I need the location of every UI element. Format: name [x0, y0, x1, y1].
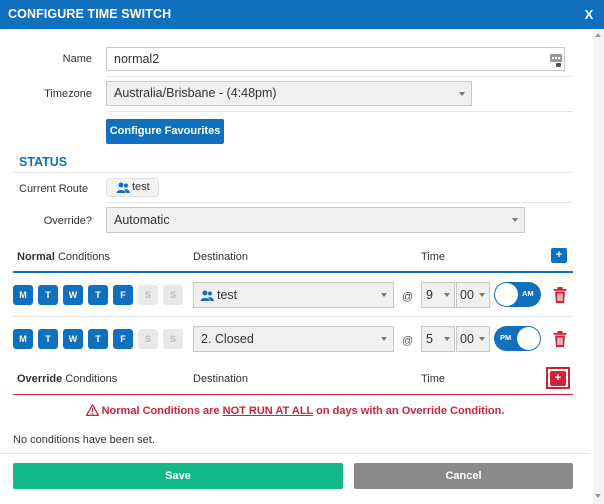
at-symbol: @ [402, 335, 414, 347]
scrollbar[interactable] [593, 29, 604, 504]
minute-value: 00 [460, 332, 474, 346]
day-toggle-mon[interactable]: M [13, 329, 33, 349]
divider [106, 76, 573, 77]
am-pm-label: PM [500, 333, 512, 342]
chevron-down-icon [512, 218, 518, 222]
override-warning: Normal Conditions are NOT RUN AT ALL on … [0, 404, 590, 417]
day-toggle-fri[interactable]: F [113, 329, 133, 349]
day-toggle-tue[interactable]: T [38, 285, 58, 305]
toggle-knob [517, 327, 540, 350]
override-header-underline [13, 394, 573, 395]
destination-value: 2. Closed [201, 332, 254, 346]
day-toggle-wed[interactable]: W [63, 329, 83, 349]
chevron-down-icon [381, 337, 387, 341]
scroll-down-icon[interactable] [595, 494, 601, 498]
trash-icon[interactable] [553, 287, 567, 303]
configure-favourites-button[interactable]: Configure Favourites [106, 119, 224, 144]
divider [13, 172, 573, 173]
normal-conditions-heading: Normal Conditions [17, 251, 110, 263]
timezone-value: Australia/Brisbane - (4:48pm) [114, 86, 277, 100]
normal-destination-header: Destination [193, 251, 249, 263]
override-value: Automatic [114, 213, 170, 227]
override-label: Override? [43, 215, 92, 227]
toggle-knob [495, 283, 518, 306]
chevron-down-icon [459, 91, 465, 96]
hour-select[interactable]: 5 [421, 326, 455, 352]
day-toggle-mon[interactable]: M [13, 285, 33, 305]
add-normal-condition-button[interactable]: + [551, 248, 567, 263]
normal-time-header: Time [421, 251, 446, 263]
current-route-label: Current Route [19, 183, 89, 195]
override-time-header: Time [421, 373, 446, 385]
dialog-title-bar: CONFIGURE TIME SWITCH X [0, 0, 604, 29]
day-toggle-sun[interactable]: S [163, 285, 183, 305]
day-toggle-thu[interactable]: T [88, 285, 108, 305]
day-toggle-sat[interactable]: S [138, 285, 158, 305]
hour-value: 9 [426, 288, 433, 302]
close-button[interactable]: X [574, 0, 604, 29]
chevron-down-icon [444, 337, 450, 341]
override-select[interactable]: Automatic [106, 207, 525, 233]
warning-icon [85, 404, 99, 416]
hour-value: 5 [426, 332, 433, 346]
name-input-value: normal2 [114, 52, 160, 66]
timezone-label: Timezone [44, 88, 92, 100]
day-toggle-thu[interactable]: T [88, 329, 108, 349]
save-button[interactable]: Save [13, 463, 343, 489]
add-override-condition-button[interactable]: + [550, 371, 566, 386]
day-toggle-wed[interactable]: W [63, 285, 83, 305]
destination-value: test [217, 288, 238, 302]
override-destination-header: Destination [193, 373, 249, 385]
divider [106, 202, 573, 203]
day-toggle-fri[interactable]: F [113, 285, 133, 305]
day-toggle-sun[interactable]: S [163, 329, 183, 349]
cancel-button[interactable]: Cancel [354, 463, 573, 489]
chevron-down-icon [479, 293, 485, 297]
dialog-title: CONFIGURE TIME SWITCH [8, 7, 172, 21]
divider [13, 316, 573, 317]
current-route-value: test [132, 181, 150, 193]
day-toggle-tue[interactable]: T [38, 329, 58, 349]
chevron-down-icon [444, 293, 450, 297]
minute-select[interactable]: 00 [456, 282, 490, 308]
override-conditions-heading: Override Conditions [17, 373, 118, 385]
current-route-chip: test [106, 178, 159, 197]
users-icon [200, 290, 214, 301]
divider [106, 111, 573, 112]
destination-select[interactable]: test [193, 282, 394, 308]
scroll-up-icon[interactable] [595, 33, 601, 37]
at-symbol: @ [402, 291, 414, 303]
destination-select[interactable]: 2. Closed [193, 326, 394, 352]
minute-value: 00 [460, 288, 474, 302]
chevron-down-icon [479, 337, 485, 341]
day-toggle-sat[interactable]: S [138, 329, 158, 349]
empty-conditions-message: No conditions have been set. [13, 434, 155, 446]
keyboard-icon[interactable] [550, 53, 562, 67]
trash-icon[interactable] [553, 331, 567, 347]
am-pm-toggle[interactable]: AM [494, 282, 541, 307]
divider [0, 453, 590, 454]
name-label: Name [62, 53, 92, 65]
normal-header-underline [13, 271, 573, 273]
timezone-select[interactable]: Australia/Brisbane - (4:48pm) [106, 81, 472, 106]
minute-select[interactable]: 00 [456, 326, 490, 352]
name-input[interactable]: normal2 [106, 47, 565, 71]
users-icon [116, 182, 130, 193]
am-pm-toggle[interactable]: PM [494, 326, 541, 351]
status-section-title: STATUS [19, 155, 68, 169]
am-pm-label: AM [522, 289, 534, 298]
chevron-down-icon [381, 293, 387, 297]
hour-select[interactable]: 9 [421, 282, 455, 308]
